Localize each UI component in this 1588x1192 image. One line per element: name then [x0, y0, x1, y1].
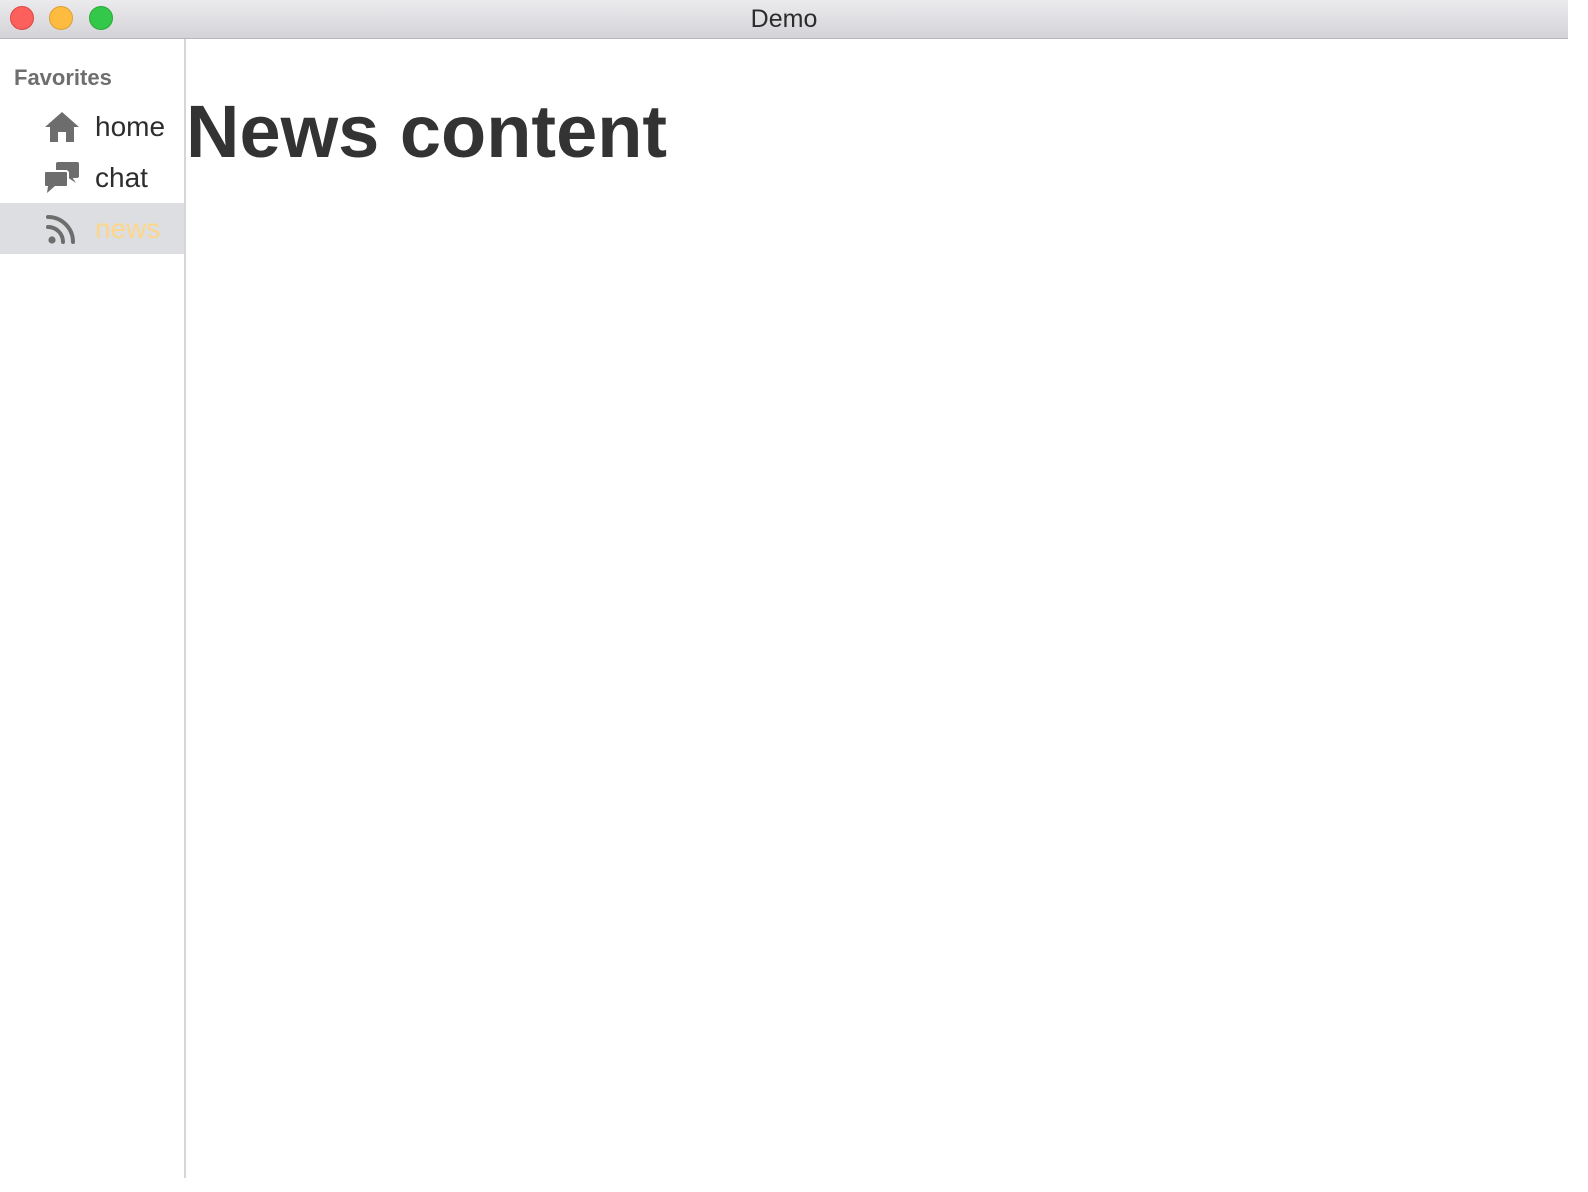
home-icon	[43, 109, 81, 145]
sidebar: Favorites home chat news	[0, 39, 186, 1178]
sidebar-item-chat[interactable]: chat	[0, 152, 184, 203]
rss-icon	[43, 211, 81, 247]
sidebar-item-news[interactable]: news	[0, 203, 184, 254]
page-title: News content	[186, 90, 668, 173]
sidebar-section-heading: Favorites	[14, 65, 112, 90]
chat-icon	[43, 160, 81, 196]
sidebar-item-label: home	[95, 111, 166, 142]
title-bar[interactable]: Demo	[0, 0, 1568, 39]
sidebar-item-label: chat	[95, 162, 148, 193]
content-area: News content	[186, 39, 1568, 1178]
app-window: Demo Favorites home chat news News conte…	[0, 0, 1568, 1178]
sidebar-item-label: news	[95, 213, 161, 244]
window-title: Demo	[750, 5, 818, 33]
sidebar-item-home[interactable]: home	[0, 101, 184, 152]
